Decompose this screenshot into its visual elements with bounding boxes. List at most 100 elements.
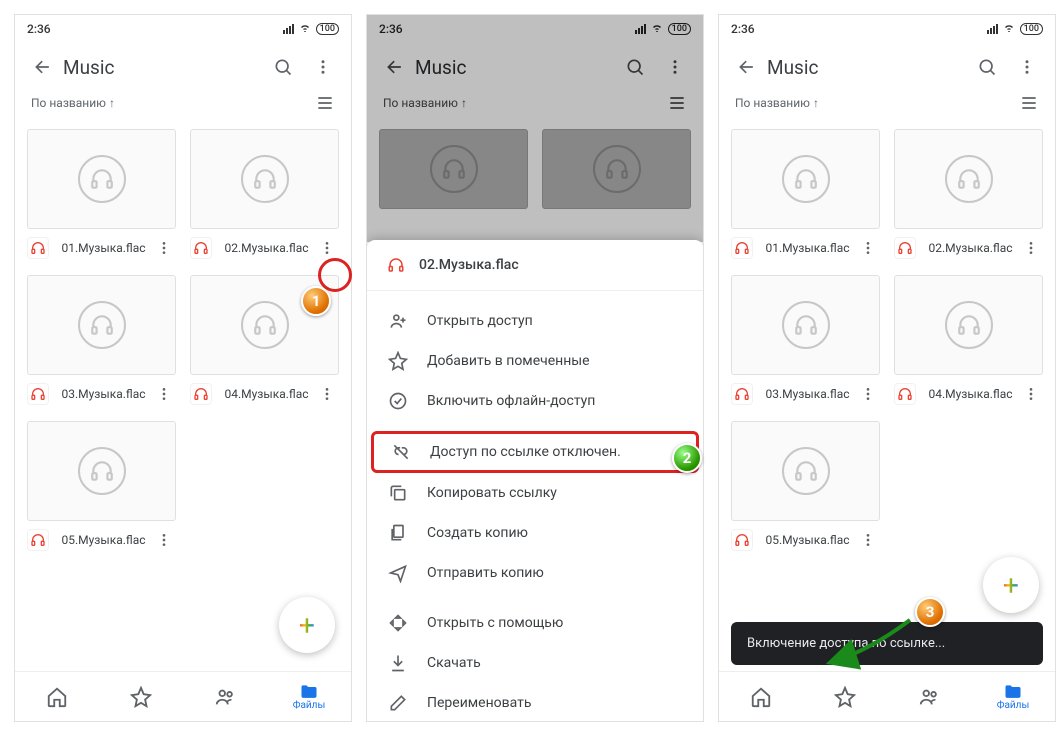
status-time: 2:36 (731, 22, 755, 36)
file-more-button[interactable] (1019, 240, 1043, 256)
app-bar: Music (719, 43, 1055, 91)
home-icon (750, 686, 772, 708)
search-button[interactable] (263, 57, 303, 77)
headphones-icon (78, 155, 126, 203)
headphones-icon (78, 301, 126, 349)
audio-badge-icon (190, 383, 212, 405)
sheet-item-send-copy[interactable]: Отправить копию (367, 553, 703, 593)
nav-starred[interactable] (99, 672, 183, 721)
status-icons: 100 (987, 23, 1043, 35)
file-tile[interactable]: 01.Музыка.flac (727, 129, 884, 259)
people-icon (917, 686, 941, 708)
view-list-icon[interactable] (315, 93, 335, 113)
scrim[interactable] (367, 15, 703, 242)
file-tile[interactable]: 02.Музыка.flac (186, 129, 343, 259)
file-more-button[interactable] (1019, 386, 1043, 402)
app-bar-title: Music (63, 56, 263, 79)
sheet-label: Открыть доступ (427, 313, 533, 329)
download-icon (387, 653, 409, 673)
folder-icon (298, 682, 320, 702)
headphones-icon (782, 447, 830, 495)
sheet-item-open-with[interactable]: Открыть с помощью (367, 603, 703, 643)
status-time: 2:36 (27, 22, 51, 36)
sheet-item-star[interactable]: Добавить в помеченные (367, 341, 703, 381)
file-tile[interactable]: 05.Музыка.flac (727, 421, 884, 551)
battery-level: 100 (316, 23, 339, 35)
back-button[interactable] (23, 57, 63, 77)
headphones-icon (78, 447, 126, 495)
fab-add[interactable]: + (279, 597, 335, 653)
snackbar-text: Включение доступа по ссылке... (747, 636, 945, 651)
step-badge-2: 2 (672, 443, 702, 473)
search-button[interactable] (967, 57, 1007, 77)
audio-badge-icon (731, 383, 753, 405)
file-tile[interactable]: 03.Музыка.flac (23, 275, 180, 405)
audio-badge-icon (27, 237, 49, 259)
file-more-button[interactable] (315, 240, 339, 256)
nav-shared[interactable] (887, 672, 971, 721)
sheet-item-download[interactable]: Скачать (367, 643, 703, 683)
overflow-button[interactable] (1007, 58, 1047, 76)
fab-add[interactable]: + (983, 557, 1039, 613)
status-icons: 100 (283, 23, 339, 35)
file-tile[interactable]: 03.Музыка.flac (727, 275, 884, 405)
nav-home[interactable] (15, 672, 99, 721)
people-icon (213, 686, 237, 708)
audio-badge-icon (385, 254, 407, 276)
arrow-left-icon (33, 57, 53, 77)
nav-files[interactable]: Файлы (267, 672, 351, 721)
view-list-icon[interactable] (1019, 93, 1039, 113)
headphones-icon (782, 155, 830, 203)
file-tile[interactable]: 05.Музыка.flac (23, 421, 180, 551)
search-icon (273, 57, 293, 77)
status-bar: 2:36 100 (15, 15, 351, 43)
sheet-item-share[interactable]: Открыть доступ (367, 301, 703, 341)
sort-row[interactable]: По названию ↑ (15, 91, 351, 121)
file-tile[interactable]: 04.Музыка.flac (890, 275, 1047, 405)
file-name: 04.Музыка.flac (218, 387, 315, 401)
star-icon (130, 686, 152, 708)
file-more-button[interactable] (856, 532, 880, 548)
headphones-icon (782, 301, 830, 349)
nav-starred[interactable] (803, 672, 887, 721)
sheet-item-rename[interactable]: Переименовать (367, 683, 703, 721)
audio-badge-icon (894, 237, 916, 259)
sheet-item-make-copy[interactable]: Создать копию (367, 513, 703, 553)
plus-icon: + (299, 609, 315, 642)
file-more-button[interactable] (152, 386, 176, 402)
offline-icon (387, 391, 409, 411)
bottom-nav: Файлы (719, 671, 1055, 721)
file-name: 02.Музыка.flac (922, 241, 1019, 255)
file-more-button[interactable] (152, 240, 176, 256)
file-more-button[interactable] (152, 532, 176, 548)
file-more-button[interactable] (315, 386, 339, 402)
nav-shared[interactable] (183, 672, 267, 721)
file-tile[interactable]: 01.Музыка.flac (23, 129, 180, 259)
sheet-label: Включить офлайн-доступ (427, 393, 595, 409)
nav-files-label: Файлы (997, 700, 1029, 711)
star-icon (387, 351, 409, 371)
step-badge-3: 3 (915, 597, 945, 627)
sheet-label: Добавить в помеченные (427, 353, 590, 369)
sort-row[interactable]: По названию ↑ (719, 91, 1055, 121)
file-tile[interactable]: 02.Музыка.flac (890, 129, 1047, 259)
open-with-icon (387, 613, 409, 633)
nav-files[interactable]: Файлы (971, 672, 1055, 721)
headphones-icon (241, 301, 289, 349)
file-more-button[interactable] (856, 240, 880, 256)
wifi-icon (298, 23, 312, 35)
nav-home[interactable] (719, 672, 803, 721)
file-more-button[interactable] (856, 386, 880, 402)
bottom-sheet: 02.Музыка.flac Открыть доступ Добавить в… (367, 240, 703, 721)
back-button[interactable] (727, 57, 767, 77)
sheet-item-copy-link[interactable]: Копировать ссылку (367, 473, 703, 513)
overflow-button[interactable] (303, 58, 343, 76)
sheet-title-text: 02.Музыка.flac (419, 257, 519, 273)
bottom-nav: Файлы (15, 671, 351, 721)
file-name: 05.Музыка.flac (759, 533, 856, 547)
file-name: 05.Музыка.flac (55, 533, 152, 547)
sheet-item-offline[interactable]: Включить офлайн-доступ (367, 381, 703, 421)
sheet-item-link-access[interactable]: Доступ по ссылке отключен. (371, 431, 699, 473)
home-icon (46, 686, 68, 708)
sheet-label: Создать копию (427, 525, 528, 541)
